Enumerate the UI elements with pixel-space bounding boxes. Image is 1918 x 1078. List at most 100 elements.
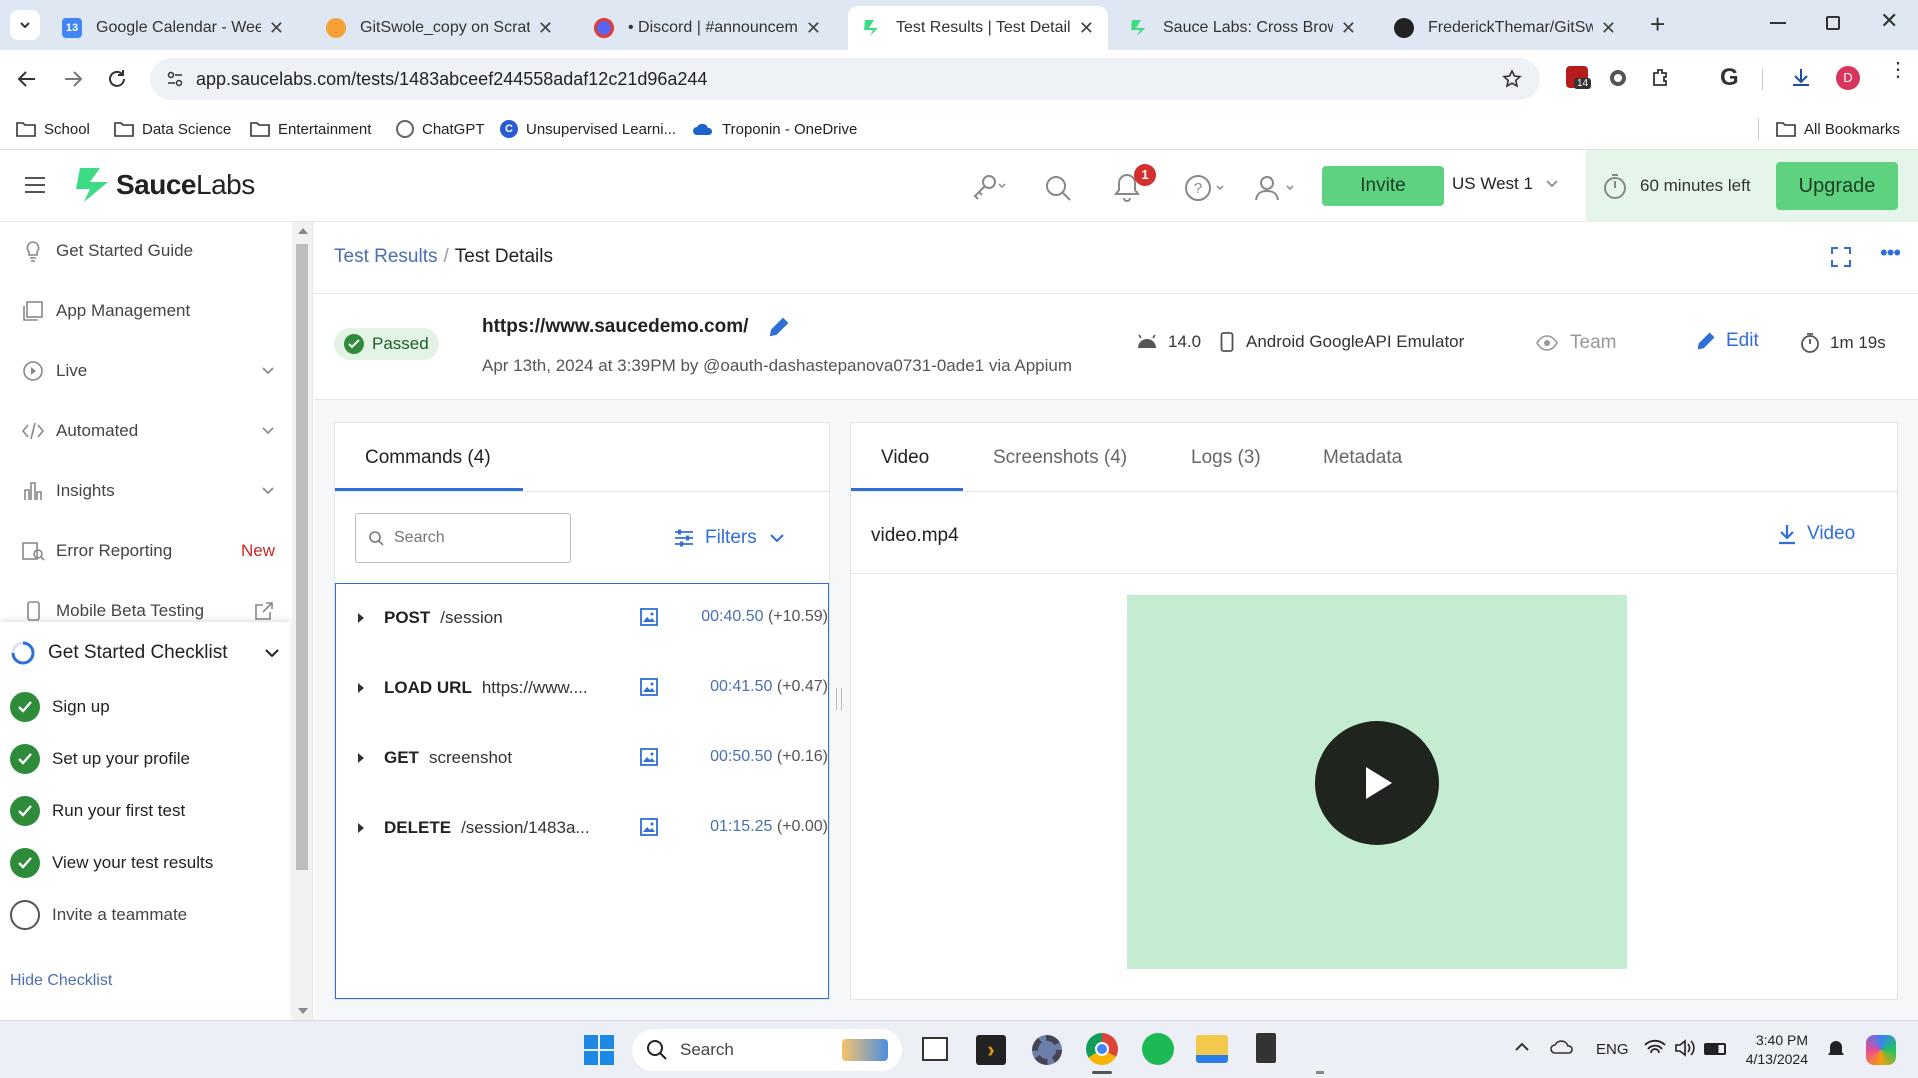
bookmark-entertainment[interactable]: Entertainment xyxy=(250,116,371,142)
close-window-button[interactable]: ✕ xyxy=(1880,8,1898,34)
restore-button[interactable] xyxy=(1826,16,1840,30)
checklist-item-view-results[interactable]: View your test results xyxy=(10,848,213,878)
taskbar-search[interactable]: Search xyxy=(632,1029,902,1071)
hide-checklist-link[interactable]: Hide Checklist xyxy=(10,972,112,990)
sidebar-item-get-started-guide[interactable]: Get Started Guide xyxy=(20,236,275,266)
app-launcher-icon[interactable] xyxy=(1256,1033,1276,1063)
sidebar-item-live[interactable]: Live xyxy=(20,356,275,386)
tab-metadata[interactable]: Metadata xyxy=(1323,447,1402,469)
command-row[interactable]: LOAD URL https://www.... 00:41.50 (+0.47… xyxy=(336,668,828,708)
bookmark-school[interactable]: School xyxy=(16,116,90,142)
volume-icon[interactable] xyxy=(1674,1039,1696,1057)
browser-tab-google-calendar[interactable]: 13 Google Calendar - Week of ✕ xyxy=(48,6,298,50)
user-account-icon[interactable] xyxy=(1254,174,1296,202)
browser-tab-saucelabs[interactable]: Sauce Labs: Cross Browser ✕ xyxy=(1115,6,1370,50)
minimize-button[interactable] xyxy=(1770,22,1786,24)
notification-bell-icon[interactable] xyxy=(1826,1039,1846,1061)
key-icon[interactable] xyxy=(972,174,1006,200)
commands-search[interactable] xyxy=(355,513,571,563)
extension-red-icon[interactable]: 14 xyxy=(1566,66,1592,89)
scroll-up-arrow[interactable] xyxy=(298,228,308,234)
onedrive-cloud-icon[interactable] xyxy=(1550,1039,1574,1055)
browser-tab-discord[interactable]: • Discord | #announcemen ✕ xyxy=(580,6,835,50)
play-button[interactable] xyxy=(1315,721,1439,845)
forward-arrow-icon[interactable] xyxy=(62,68,84,90)
pencil-icon[interactable] xyxy=(768,316,790,338)
bookmark-unsupervised[interactable]: C Unsupervised Learni... xyxy=(500,116,676,142)
browser-tab-saucelabs-test-results[interactable]: Test Results | Test Details | S ✕ xyxy=(848,6,1108,50)
more-options-icon[interactable]: ••• xyxy=(1880,240,1901,266)
screenshot-image-icon[interactable] xyxy=(640,678,658,696)
video-player[interactable] xyxy=(1127,595,1627,969)
wifi-icon[interactable] xyxy=(1644,1039,1666,1057)
sidebar-item-error-reporting[interactable]: Error Reporting New xyxy=(20,536,275,566)
filters-button[interactable]: Filters xyxy=(673,527,785,549)
back-arrow-icon[interactable] xyxy=(16,68,38,90)
browser-menu-icon[interactable]: ⋮ xyxy=(1888,60,1908,80)
reload-icon[interactable] xyxy=(106,68,128,90)
bookmark-chatgpt[interactable]: ChatGPT xyxy=(396,116,485,142)
tab-logs[interactable]: Logs (3) xyxy=(1191,447,1261,469)
copilot-icon[interactable] xyxy=(1866,1035,1896,1065)
checklist-header[interactable]: Get Started Checklist xyxy=(10,640,280,666)
command-timestamp[interactable]: 01:15.25 xyxy=(710,818,772,835)
search-icon[interactable] xyxy=(1044,174,1072,202)
screenshot-image-icon[interactable] xyxy=(640,608,658,626)
checklist-item-first-test[interactable]: Run your first test xyxy=(10,796,185,826)
profile-avatar[interactable]: D xyxy=(1836,66,1860,90)
region-select[interactable]: US West 1 xyxy=(1452,174,1559,194)
browser-tab-github[interactable]: FrederickThemar/GitSwole ✕ xyxy=(1380,6,1630,50)
extension-circle-icon[interactable] xyxy=(1610,70,1626,86)
chevron-up-icon[interactable] xyxy=(1514,1041,1530,1053)
help-icon[interactable]: ? xyxy=(1184,174,1226,202)
download-video-button[interactable]: Video xyxy=(1777,523,1855,545)
notifications[interactable]: 1 xyxy=(1114,164,1156,202)
all-bookmarks[interactable]: All Bookmarks xyxy=(1776,116,1900,142)
bookmark-onedrive[interactable]: Troponin - OneDrive xyxy=(692,116,857,142)
saucelabs-logo[interactable]: Sauce Labs xyxy=(74,166,255,204)
windows-start-icon[interactable] xyxy=(584,1035,614,1065)
scrollbar-thumb[interactable] xyxy=(296,244,308,870)
command-row[interactable]: GET screenshot 00:50.50 (+0.16) xyxy=(336,738,828,778)
spotify-icon[interactable] xyxy=(1142,1033,1174,1065)
puzzle-extensions-icon[interactable] xyxy=(1650,66,1672,88)
file-explorer-icon[interactable] xyxy=(1196,1035,1228,1063)
clock[interactable]: 3:40 PM 4/13/2024 xyxy=(1740,1031,1808,1069)
command-timestamp[interactable]: 00:50.50 xyxy=(710,748,772,765)
plex-icon[interactable]: › xyxy=(976,1035,1006,1065)
scroll-down-arrow[interactable] xyxy=(298,1008,308,1014)
address-bar[interactable]: app.saucelabs.com/tests/1483abceef244558… xyxy=(150,58,1540,100)
close-icon[interactable]: ✕ xyxy=(1079,18,1094,39)
panel-resize-handle[interactable] xyxy=(836,688,842,710)
checklist-item-sign-up[interactable]: Sign up xyxy=(10,692,110,722)
new-tab-button[interactable]: + xyxy=(1650,10,1665,38)
sidebar-item-app-management[interactable]: App Management xyxy=(20,296,275,326)
command-timestamp[interactable]: 00:41.50 xyxy=(710,678,772,695)
chrome-taskbar-icon[interactable] xyxy=(1086,1033,1118,1065)
tab-commands[interactable]: Commands (4) xyxy=(335,423,523,491)
browser-tab-scratch[interactable]: GitSwole_copy on Scratch ✕ xyxy=(312,6,567,50)
command-row[interactable]: DELETE /session/1483a... 01:15.25 (+0.00… xyxy=(336,808,828,848)
fullscreen-icon[interactable] xyxy=(1830,246,1852,268)
close-icon[interactable]: ✕ xyxy=(269,18,284,39)
settings-gear-icon[interactable] xyxy=(1032,1035,1062,1065)
tab-video[interactable]: Video xyxy=(851,423,963,491)
screenshot-image-icon[interactable] xyxy=(640,748,658,766)
close-icon[interactable]: ✕ xyxy=(1341,18,1356,39)
edit-button[interactable]: Edit xyxy=(1696,330,1759,352)
sidebar-item-automated[interactable]: Automated xyxy=(20,416,275,446)
battery-icon[interactable] xyxy=(1704,1043,1726,1055)
bookmark-data-science[interactable]: Data Science xyxy=(114,116,231,142)
invite-button[interactable]: Invite xyxy=(1322,166,1444,206)
tab-screenshots[interactable]: Screenshots (4) xyxy=(993,447,1127,469)
bookmark-star-icon[interactable] xyxy=(1502,69,1522,89)
site-info-icon[interactable] xyxy=(166,70,184,88)
command-row[interactable]: POST /session 00:40.50 (+10.59) xyxy=(336,598,828,638)
hamburger-menu-icon[interactable] xyxy=(24,176,46,194)
task-view-icon[interactable] xyxy=(922,1037,948,1061)
sidebar-scrollbar[interactable] xyxy=(292,222,312,1020)
close-icon[interactable]: ✕ xyxy=(538,18,553,39)
checklist-item-profile[interactable]: Set up your profile xyxy=(10,744,190,774)
tab-search-button[interactable] xyxy=(10,10,40,40)
close-icon[interactable]: ✕ xyxy=(1601,18,1616,39)
